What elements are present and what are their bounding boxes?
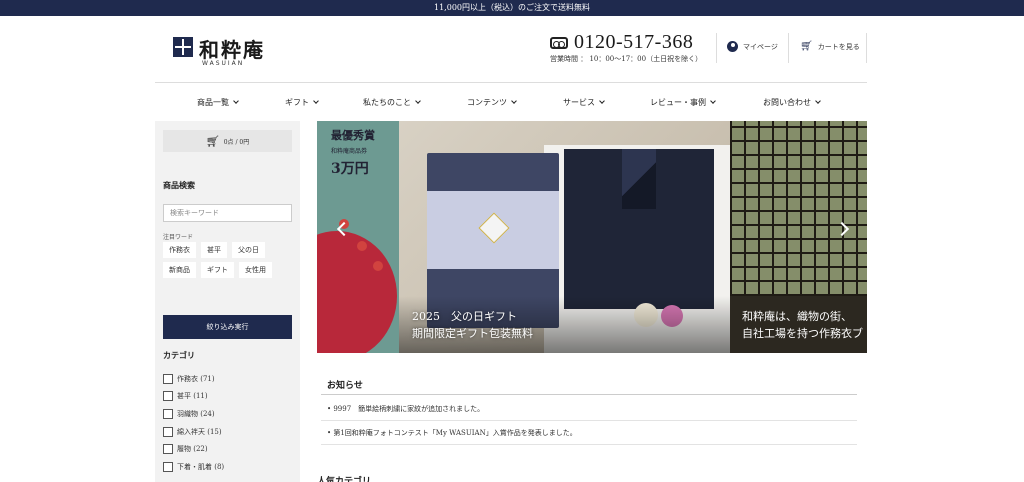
keyword-tag[interactable]: 父の日: [232, 242, 265, 258]
slide-caption: 2025 父の日ギフト 期間限定ギフト包装無料: [412, 310, 533, 340]
global-nav: 商品一覧 ギフト 私たちのこと コンテンツ サービス レビュー・事例 お問い合わ…: [155, 82, 867, 120]
checkbox[interactable]: [163, 408, 173, 419]
nav-item-service[interactable]: サービス: [563, 97, 605, 108]
mypage-link[interactable]: マイページ: [727, 41, 778, 52]
cart-label: カートを見る: [817, 42, 860, 51]
chevron-down-icon: [233, 98, 239, 104]
news-item[interactable]: • 9997 簡単絵柄刺繍に家紋が追加されました。: [327, 404, 484, 414]
samue-garment-image: [564, 149, 714, 309]
divider: [321, 444, 857, 445]
nav-item-contact[interactable]: お問い合わせ: [763, 97, 821, 108]
filter-submit-button[interactable]: 絞り込み実行: [163, 315, 292, 339]
news-heading: お知らせ: [327, 381, 363, 391]
chevron-down-icon: [599, 98, 605, 104]
cart-summary[interactable]: 🛒︎ 0点 / 0円: [163, 130, 292, 152]
keywords-label: 注目ワード: [163, 234, 194, 241]
award-banner: 最優秀賞 和粋庵商品券 3万円: [331, 129, 375, 177]
checkbox[interactable]: [163, 461, 173, 472]
category-item[interactable]: 綿入袢天 (15): [163, 423, 224, 441]
nav-item-about[interactable]: 私たちのこと: [363, 97, 421, 108]
category-item[interactable]: 甚平 (11): [163, 388, 224, 406]
nav-item-products[interactable]: 商品一覧: [197, 97, 239, 108]
keyword-tag[interactable]: 女性用: [239, 262, 272, 278]
chevron-down-icon: [511, 98, 517, 104]
nav-item-contents[interactable]: コンテンツ: [467, 97, 517, 108]
freedial-icon: [550, 37, 568, 49]
cart-icon: 🛒︎: [205, 134, 220, 148]
category-heading: カテゴリ: [163, 350, 195, 360]
keyword-tags: 作務衣 甚平 父の日 新商品 ギフト 女性用: [163, 242, 292, 278]
slide-fathers-day[interactable]: 2025 父の日ギフト 期間限定ギフト包装無料: [399, 121, 734, 353]
cart-link[interactable]: 🛒︎ カートを見る: [800, 41, 860, 52]
chevron-down-icon: [313, 98, 319, 104]
chevron-down-icon: [815, 98, 821, 104]
hero-slider[interactable]: 最優秀賞 和粋庵商品券 3万円 2025 父の日ギフト 期間限定ギフト包装無料 …: [317, 121, 867, 353]
lattice-window-image: [730, 121, 867, 296]
category-item[interactable]: 羽織物 (24): [163, 405, 224, 423]
site-logo[interactable]: 和粋庵 WASUIAN: [173, 34, 303, 74]
business-hours: 営業時間 ： 10：00～17：00（土日祝を除く）: [550, 55, 703, 63]
sidebar: 🛒︎ 0点 / 0円 商品検索 注目ワード 作務衣 甚平 父の日 新商品 ギフト…: [155, 121, 300, 482]
chevron-down-icon: [415, 98, 421, 104]
slide-photo-contest[interactable]: 最優秀賞 和粋庵商品券 3万円: [317, 121, 399, 353]
keyword-tag[interactable]: 新商品: [163, 262, 196, 278]
chevron-down-icon: [710, 98, 716, 104]
popular-category-heading: 人気カテゴリ: [317, 477, 372, 482]
header-divider: [716, 33, 717, 63]
logo-text: 和粋庵: [199, 38, 265, 62]
logo-mark-icon: [173, 37, 193, 57]
header-divider: [866, 33, 867, 63]
mypage-label: マイページ: [743, 42, 778, 51]
category-item[interactable]: 下着・肌着 (8): [163, 458, 224, 476]
keyword-tag[interactable]: ギフト: [201, 262, 234, 278]
nav-item-reviews[interactable]: レビュー・事例: [650, 97, 716, 108]
keyword-tag[interactable]: 甚平: [201, 242, 227, 258]
cart-icon: 🛒︎: [800, 41, 813, 52]
divider: [321, 420, 857, 421]
slide-caption: 和粋庵は、織物の街、 自社工場を持つ作務衣ブ: [742, 310, 863, 340]
phone-number[interactable]: 0120-517-368: [574, 31, 693, 54]
slide-about[interactable]: 和粋庵は、織物の街、 自社工場を持つ作務衣ブ: [730, 121, 867, 353]
category-item[interactable]: 作務衣 (71): [163, 370, 224, 388]
news-item[interactable]: • 第1回和粋庵フォトコンテスト「My WASUIAN」入賞作品を発表しました。: [327, 428, 577, 438]
divider: [321, 394, 857, 395]
checkbox[interactable]: [163, 373, 173, 384]
checkbox[interactable]: [163, 391, 173, 402]
user-icon: [727, 41, 738, 52]
floral-decoration: [317, 231, 397, 353]
flower-decoration: [373, 261, 383, 271]
keyword-tag[interactable]: 作務衣: [163, 242, 196, 258]
checkbox[interactable]: [163, 426, 173, 437]
flower-decoration: [357, 241, 367, 251]
category-list: 作務衣 (71) 甚平 (11) 羽織物 (24) 綿入袢天 (15) 履物 (…: [163, 370, 224, 476]
checkbox[interactable]: [163, 444, 173, 455]
logo-subtext: WASUIAN: [202, 60, 245, 67]
header-divider: [788, 33, 789, 63]
cart-summary-text: 0点 / 0円: [223, 138, 250, 146]
free-shipping-banner: 11,000円以上（税込）のご注文で送料無料: [0, 0, 1024, 16]
category-item[interactable]: 履物 (22): [163, 440, 224, 458]
site-header: 和粋庵 WASUIAN 0120-517-368 営業時間 ： 10：00～17…: [0, 16, 1024, 82]
search-heading: 商品検索: [163, 180, 195, 190]
search-input[interactable]: [163, 204, 292, 222]
nav-item-gift[interactable]: ギフト: [285, 97, 319, 108]
